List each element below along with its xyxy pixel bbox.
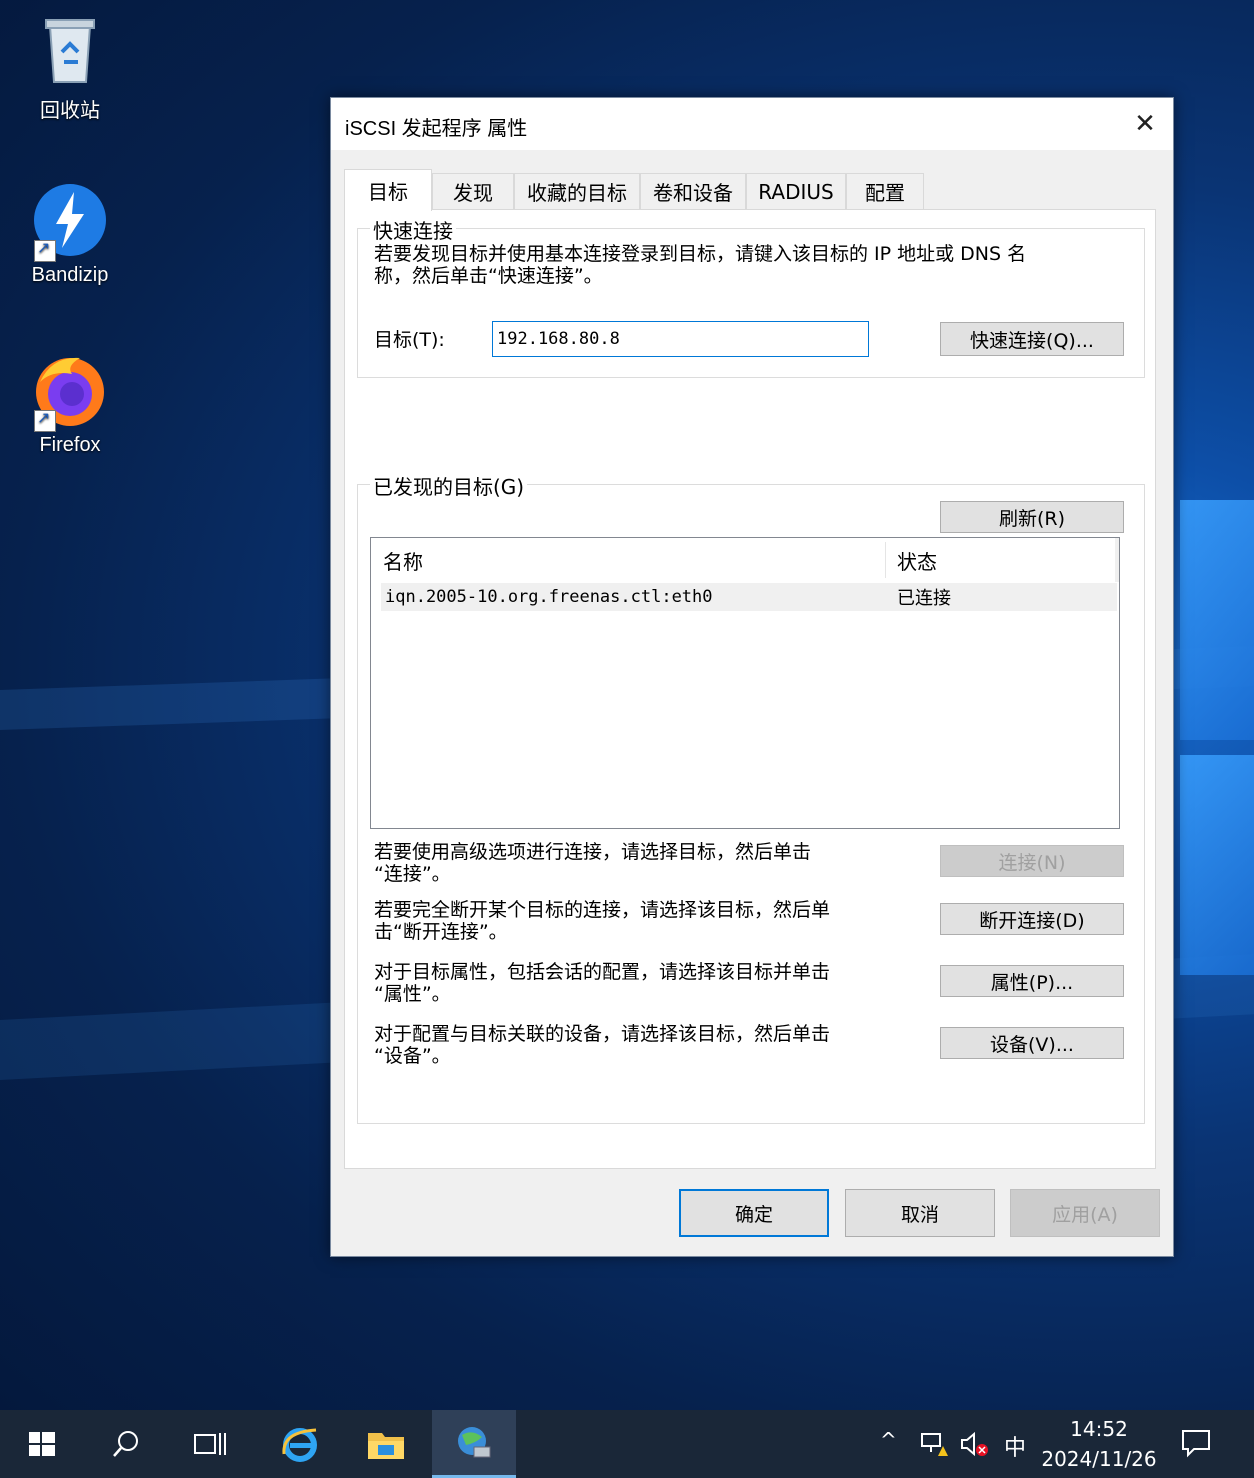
connect-description-line1: 若要使用高级选项进行连接，请选择目标，然后单击	[374, 841, 812, 863]
tab-configuration[interactable]: 配置	[846, 173, 924, 209]
clock[interactable]: 14:52 2024/11/26	[1040, 1414, 1158, 1474]
shortcut-arrow-icon	[34, 238, 56, 262]
tab-favorite-targets[interactable]: 收藏的目标	[514, 173, 640, 209]
notification-icon	[1182, 1430, 1210, 1458]
iscsi-initiator-icon	[458, 1426, 491, 1457]
quick-connect-group: 快速连接 若要发现目标并使用基本连接登录到目标，请键入该目标的 IP 地址或 D…	[357, 215, 1145, 378]
refresh-button[interactable]: 刷新(R)	[940, 501, 1124, 533]
ok-button[interactable]: 确定	[679, 1189, 829, 1237]
quick-connect-group-label: 快速连接	[370, 215, 456, 244]
desktop-icon-label: Bandizip	[31, 264, 109, 286]
iscsi-initiator-taskbar-button[interactable]	[432, 1410, 516, 1478]
tab-volumes-devices[interactable]: 卷和设备	[640, 173, 746, 209]
discovered-targets-list[interactable]: 名称 状态 iqn.2005-10.org.freenas.ctl:eth0 已…	[370, 537, 1120, 829]
search-button[interactable]	[84, 1410, 168, 1478]
connect-button[interactable]: 连接(N)	[940, 845, 1124, 877]
task-view-icon	[194, 1433, 226, 1455]
bandizip-icon	[32, 182, 108, 262]
show-hidden-icons-button[interactable]: ^	[880, 1428, 897, 1452]
internet-explorer-button[interactable]	[258, 1410, 342, 1478]
column-divider	[885, 542, 886, 578]
discovered-targets-group-label: 已发现的目标(G)	[370, 471, 528, 500]
dialog-title: iSCSI 发起程序 属性	[345, 118, 528, 140]
table-row[interactable]: iqn.2005-10.org.freenas.ctl:eth0 已连接	[381, 583, 1117, 611]
disconnect-description-line2: 击“断开连接”。	[374, 921, 508, 943]
properties-description-line2: “属性”。	[374, 983, 451, 1005]
devices-button[interactable]: 设备(V)...	[940, 1027, 1124, 1059]
chevron-up-icon: ^	[880, 1428, 897, 1452]
ime-indicator[interactable]: 中	[1004, 1430, 1026, 1462]
column-header-name[interactable]: 名称	[383, 538, 883, 582]
action-center-button[interactable]	[1180, 1428, 1212, 1463]
devices-description-line2: “设备”。	[374, 1045, 451, 1067]
properties-description-line1: 对于目标属性，包括会话的配置，请选择该目标并单击	[374, 961, 831, 983]
quick-connect-button[interactable]: 快速连接(Q)...	[940, 322, 1124, 356]
close-icon: ✕	[1134, 109, 1156, 139]
tab-targets[interactable]: 目标	[344, 169, 432, 211]
file-explorer-icon	[368, 1433, 404, 1459]
properties-button[interactable]: 属性(P)...	[940, 965, 1124, 997]
targets-tab-panel: 快速连接 若要发现目标并使用基本连接登录到目标，请键入该目标的 IP 地址或 D…	[344, 209, 1156, 1169]
start-button[interactable]	[0, 1410, 84, 1478]
taskbar: ^ 中 14:52 2024/11/26	[0, 1410, 1254, 1478]
desktop-icon-label: 回收站	[40, 100, 100, 122]
iscsi-properties-dialog: iSCSI 发起程序 属性 ✕ 目标 发现 收藏的目标 卷和设备 RADIUS …	[330, 97, 1174, 1257]
cancel-button[interactable]: 取消	[845, 1189, 995, 1237]
disconnect-button[interactable]: 断开连接(D)	[940, 903, 1124, 935]
file-explorer-button[interactable]	[344, 1410, 428, 1478]
firefox-icon	[32, 352, 108, 432]
recycle-bin-icon	[32, 12, 108, 88]
desktop-icon-bandizip[interactable]: Bandizip	[15, 182, 125, 287]
target-name-cell: iqn.2005-10.org.freenas.ctl:eth0	[385, 587, 713, 607]
apply-button[interactable]: 应用(A)	[1010, 1189, 1160, 1237]
target-field-label: 目标(T):	[374, 329, 445, 351]
target-input[interactable]: 192.168.80.8	[492, 321, 869, 357]
search-icon	[113, 1431, 138, 1457]
discovered-targets-group: 已发现的目标(G) 刷新(R) 名称 状态 iqn.2005-10.org.fr…	[357, 471, 1145, 1124]
disconnect-description-line1: 若要完全断开某个目标的连接，请选择该目标，然后单	[374, 899, 831, 921]
tab-discovery[interactable]: 发现	[432, 173, 514, 209]
target-status-cell: 已连接	[897, 588, 951, 609]
close-button[interactable]: ✕	[1117, 98, 1173, 150]
desktop-icon-firefox[interactable]: Firefox	[15, 352, 125, 457]
clock-date: 2024/11/26	[1041, 1447, 1157, 1471]
column-header-status[interactable]: 状态	[897, 538, 1097, 582]
quick-connect-description-line1: 若要发现目标并使用基本连接登录到目标，请键入该目标的 IP 地址或 DNS 名	[374, 243, 1027, 265]
task-view-button[interactable]	[168, 1410, 252, 1478]
desktop-icon-recycle-bin[interactable]: 回收站	[15, 12, 125, 123]
internet-explorer-icon	[282, 1428, 317, 1462]
connect-description-line2: “连接”。	[374, 863, 451, 885]
volume-muted-icon[interactable]	[960, 1430, 990, 1463]
tab-radius[interactable]: RADIUS	[746, 173, 846, 209]
clock-time: 14:52	[1070, 1417, 1128, 1441]
quick-connect-description-line2: 称，然后单击“快速连接”。	[374, 265, 603, 287]
header-end	[1115, 538, 1119, 582]
shortcut-arrow-icon	[34, 408, 56, 432]
start-icon	[29, 1432, 55, 1456]
dialog-titlebar[interactable]: iSCSI 发起程序 属性 ✕	[331, 98, 1173, 150]
network-warning-icon[interactable]	[920, 1430, 950, 1463]
devices-description-line1: 对于配置与目标关联的设备，请选择该目标，然后单击	[374, 1023, 831, 1045]
desktop-icon-label: Firefox	[39, 434, 101, 456]
